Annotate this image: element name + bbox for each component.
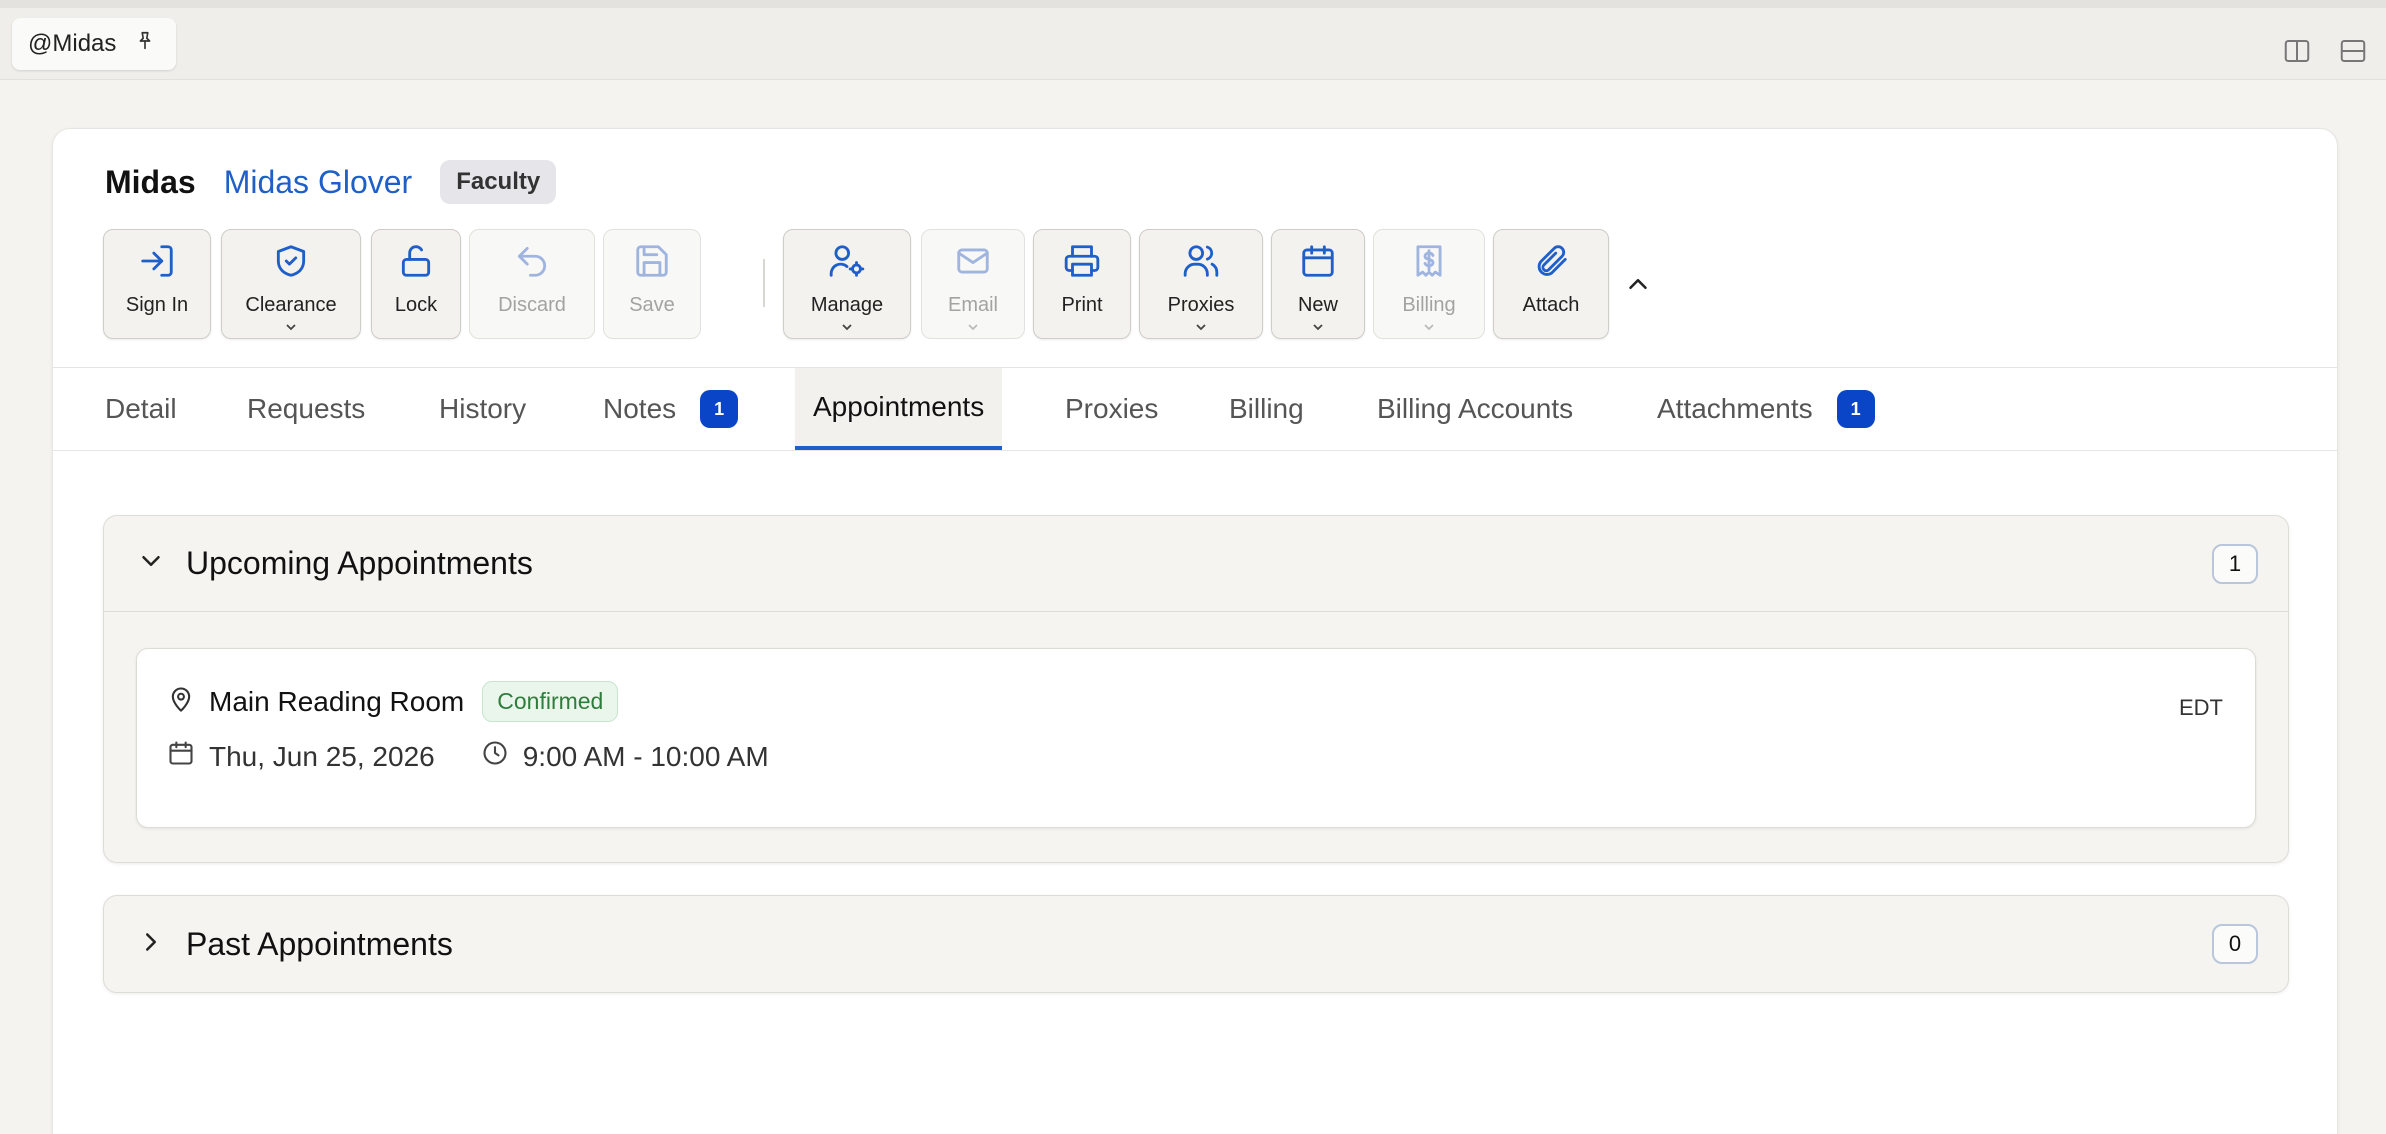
print-label: Print [1061,294,1103,316]
tab-attachments[interactable]: Attachments 1 [1657,368,1875,450]
upcoming-appointments-section: Upcoming Appointments 1 Main Reading Roo… [103,515,2289,863]
past-appointments-section: Past Appointments 0 [103,895,2289,993]
proxies-label: Proxies [1167,294,1235,316]
printer-icon [1063,242,1101,286]
chevron-down-icon [1310,317,1326,331]
shield-check-icon [272,242,310,286]
paperclip-icon [1532,242,1570,286]
print-button[interactable]: Print [1033,229,1131,339]
status-badge: Confirmed [482,681,619,722]
manage-button[interactable]: Manage [783,229,911,339]
document-tab[interactable]: @Midas [12,18,177,70]
upcoming-appointments-header[interactable]: Upcoming Appointments 1 [104,516,2288,612]
role-badge: Faculty [440,160,557,204]
section-count-badge: 0 [2212,924,2258,964]
tab-label: History [439,393,527,424]
discard-button[interactable]: Discard [469,229,595,339]
document-tab-label: @Midas [28,30,117,57]
clearance-label: Clearance [245,294,337,316]
tab-history[interactable]: History [439,368,526,450]
billing-label: Billing [1402,294,1456,316]
email-label: Email [947,294,998,316]
tab-label: Detail [105,393,177,424]
tab-label: Notes [603,393,677,424]
appointment-date: Thu, Jun 25, 2026 [209,740,435,772]
record-full-name-link[interactable]: Midas Glover [224,164,413,201]
save-button[interactable]: Save [603,229,701,339]
new-label: New [1297,294,1338,316]
clearance-button[interactable]: Clearance [221,229,361,339]
toolbar-divider [763,259,765,307]
sign-in-button[interactable]: Sign In [103,229,211,339]
appointment-timezone: EDT [2179,695,2223,720]
appointment-time: 9:00 AM - 10:00 AM [522,740,769,772]
tab-label: Attachments [1657,393,1813,424]
tab-label: Appointments [813,391,985,422]
chevron-down-icon [136,546,166,581]
appointment-card[interactable]: Main Reading Room Confirmed Thu, Jun 25,… [136,648,2256,828]
calendar-icon [1299,242,1337,286]
patron-record-card: Midas Midas Glover Faculty Sign In Clear… [52,128,2338,1134]
mail-icon [954,242,992,286]
section-count-badge: 1 [2212,544,2258,584]
map-pin-icon [167,685,195,718]
tab-billing[interactable]: Billing [1229,368,1304,450]
chevron-down-icon [1421,317,1437,331]
undo-icon [513,242,551,286]
appointment-location-row: Main Reading Room Confirmed [167,681,619,722]
chevron-right-icon [136,927,166,962]
section-title: Upcoming Appointments [186,545,533,581]
user-cog-icon [828,242,866,286]
tab-detail[interactable]: Detail [105,368,177,450]
unlock-icon [397,242,435,286]
window-tab-bar: @Midas [0,0,2386,80]
manage-label: Manage [810,294,884,316]
email-button[interactable]: Email [921,229,1025,339]
new-button[interactable]: New [1271,229,1365,339]
record-header: Midas Midas Glover Faculty [105,159,557,205]
clock-icon [481,739,509,774]
attach-label: Attach [1522,294,1580,316]
attach-button[interactable]: Attach [1493,229,1609,339]
sign-in-label: Sign In [125,294,189,316]
tab-billing-accounts[interactable]: Billing Accounts [1377,368,1573,450]
past-appointments-header[interactable]: Past Appointments 0 [104,896,2288,992]
tab-label: Billing Accounts [1377,393,1574,424]
sign-in-icon [138,242,176,286]
chevron-down-icon [283,317,299,331]
section-title: Past Appointments [186,925,453,962]
users-icon [1182,242,1220,286]
pin-icon[interactable] [134,30,156,59]
lock-label: Lock [394,294,438,316]
record-short-name: Midas [105,163,196,200]
chevron-down-icon [965,317,981,331]
calendar-icon [167,739,195,774]
save-label: Save [629,294,675,316]
save-icon [633,242,671,286]
appointment-time-row: Thu, Jun 25, 2026 9:00 AM - 10:00 AM [167,739,769,774]
discard-label: Discard [498,294,566,316]
chevron-up-icon[interactable] [1623,269,1653,299]
proxies-button[interactable]: Proxies [1139,229,1263,339]
appointment-location: Main Reading Room [209,685,465,717]
tab-label: Requests [247,393,366,424]
chevron-down-icon [839,317,855,331]
lock-button[interactable]: Lock [371,229,461,339]
attachments-count-badge: 1 [1836,390,1875,428]
tab-label: Proxies [1065,393,1159,424]
split-vertical-icon[interactable] [2282,36,2312,66]
tab-appointments[interactable]: Appointments [795,368,1003,450]
billing-button[interactable]: Billing [1373,229,1485,339]
tab-notes[interactable]: Notes 1 [603,368,739,450]
chevron-down-icon [1193,317,1209,331]
tab-proxies[interactable]: Proxies [1065,368,1158,450]
split-horizontal-icon[interactable] [2338,36,2368,66]
tab-requests[interactable]: Requests [247,368,365,450]
receipt-icon [1410,242,1448,286]
tab-label: Billing [1229,393,1304,424]
record-tabs: Detail Requests History Notes 1 Appointm… [53,367,2337,451]
notes-count-badge: 1 [700,390,739,428]
